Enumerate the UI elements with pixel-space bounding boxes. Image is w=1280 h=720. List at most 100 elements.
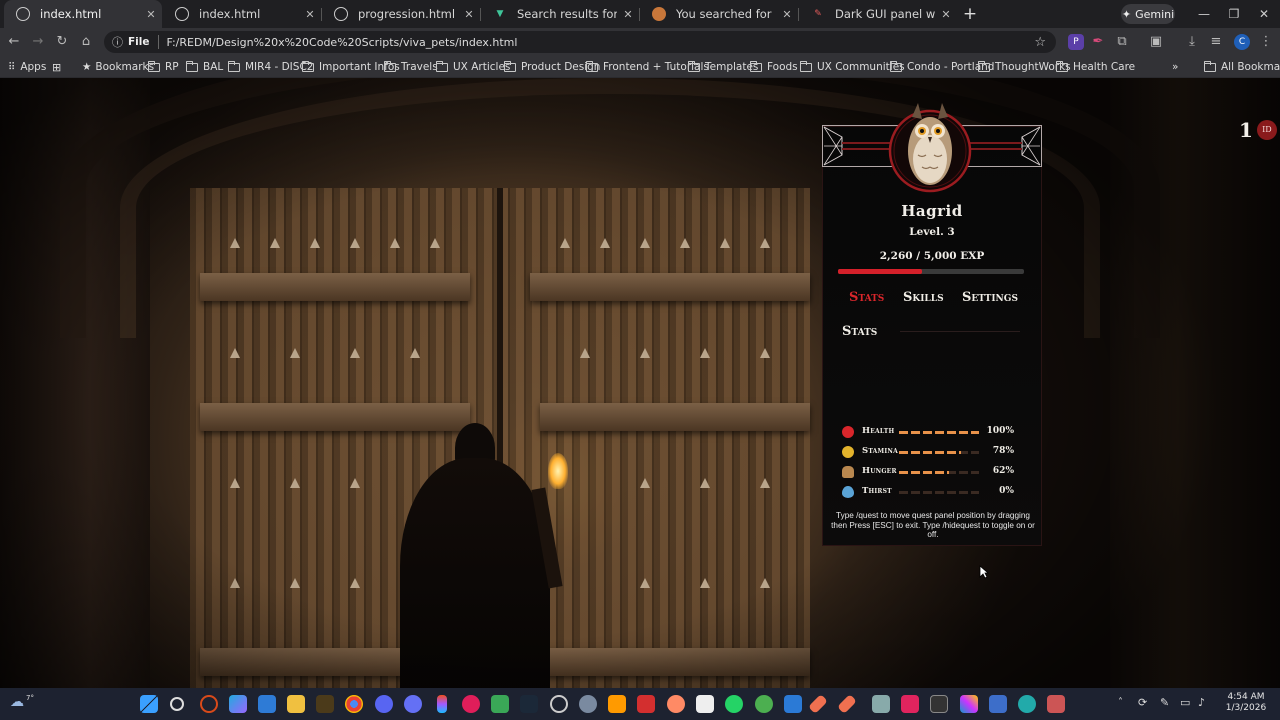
tab-skills[interactable]: Skills [903,290,944,305]
extension-icon[interactable]: P [1068,34,1084,50]
minimize-icon[interactable]: — [1194,4,1214,24]
photos-icon[interactable] [258,695,276,713]
profile-avatar[interactable]: C [1234,34,1250,50]
gemini-button[interactable]: ✦ Gemini [1121,4,1175,24]
bookmark-health-care[interactable]: Health Care [1056,59,1135,75]
figma-icon[interactable] [437,695,447,713]
close-icon[interactable]: ✕ [776,8,798,21]
calculator-icon[interactable] [872,695,890,713]
bookmark-ux-communities[interactable]: UX Communities [800,59,905,75]
bookmark-bal[interactable]: BAL [186,59,223,75]
sheets-icon[interactable] [491,695,509,713]
tray-chevron-icon[interactable]: ˄ [1118,697,1123,708]
bookmark-ux-articles[interactable]: UX Articles [436,59,510,75]
slack-icon[interactable] [462,695,480,713]
bookmark-rp[interactable]: RP [148,59,179,75]
bookmark-apps[interactable]: ⠿ Apps [8,59,46,75]
reload-icon[interactable]: ↻ [52,32,72,52]
steam-icon[interactable] [520,695,538,713]
weather-widget[interactable]: ☁ 7° [10,694,34,710]
tab-search-icon[interactable]: ▣ [1146,32,1166,52]
stat-row-hunger: Hunger 62% [842,465,1022,479]
bookmarks-overflow-icon[interactable]: » [1172,59,1178,75]
search-icon[interactable] [170,697,184,711]
menu-icon[interactable]: ⋮ [1256,32,1276,52]
monitor-icon[interactable]: ▭ [1180,696,1190,709]
whatsapp-icon[interactable] [725,695,743,713]
tab-title: Dark GUI panel with red HEALTH [835,7,935,21]
stylus-icon[interactable] [808,694,828,714]
sublime-icon[interactable] [316,695,334,713]
stat-row-thirst: Thirst 0% [842,485,1022,499]
close-icon[interactable]: ✕ [140,8,162,21]
system-clock[interactable]: 4:54 AM 1/3/2026 [1218,692,1274,714]
folder-icon [186,60,198,72]
tab-dark-gui[interactable]: ✎ Dark GUI panel with red HEALTH ✕ [799,0,957,28]
clock-date: 1/3/2026 [1225,703,1267,713]
reading-list-icon[interactable]: ≡ [1206,32,1226,52]
tab-progression[interactable]: progression.html ✕ [322,0,480,28]
red-app-icon[interactable] [637,695,655,713]
volume-icon[interactable]: ♪ [1198,696,1205,709]
tab-stats[interactable]: Stats [849,290,884,305]
address-url[interactable]: F:/REDM/Design%20x%20Code%20Scripts/viva… [167,36,518,49]
discord-alt-icon[interactable] [404,695,422,713]
green-app-icon[interactable] [755,695,773,713]
teal-app-icon[interactable] [1018,695,1036,713]
stylus-alt-icon[interactable] [837,694,857,714]
all-bookmarks[interactable]: All Bookmarks [1204,59,1280,75]
chrome-icon[interactable] [345,695,363,713]
tab-index-html-2[interactable]: index.html ✕ [163,0,321,28]
back-icon[interactable]: ← [4,32,24,52]
gallery-icon[interactable] [1047,695,1065,713]
bookmark-mir4[interactable]: MIR4 - DISC2 [228,59,313,75]
download-icon[interactable]: ⤓ [1182,32,1202,52]
address-bar[interactable]: ⓘ File F:/REDM/Design%20x%20Code%20Scrip… [104,31,1056,53]
adobe-icon[interactable] [901,695,919,713]
close-icon[interactable]: ✕ [617,8,639,21]
maximize-icon[interactable]: ❐ [1224,4,1244,24]
puzzle-icon[interactable]: ⧉ [1112,32,1132,52]
pen-tray-icon[interactable]: ✎ [1160,696,1169,709]
home-icon[interactable]: ⌂ [76,32,96,52]
discord-icon[interactable] [375,695,393,713]
owl-pet-portrait [888,103,972,193]
star-icon[interactable]: ☆ [1034,35,1046,50]
tab-craftpix[interactable]: You searched for health - Craftf ✕ [640,0,798,28]
tab-settings[interactable]: Settings [962,290,1018,305]
file-explorer-icon[interactable] [287,695,305,713]
bookmark-travels[interactable]: Travels [384,59,438,75]
shield-icon[interactable] [579,695,597,713]
folder-icon [302,60,314,72]
bookmark-grid[interactable]: ⊞ [52,59,61,75]
close-icon[interactable]: ✕ [299,8,321,21]
tab-index-html-1[interactable]: index.html ✕ [4,0,162,28]
device-icon[interactable] [989,695,1007,713]
terminal-icon[interactable] [930,695,948,713]
opera-icon[interactable] [200,695,218,713]
close-icon[interactable]: ✕ [935,8,957,21]
orange-app-icon[interactable] [667,695,685,713]
bookmark-templates[interactable]: Templates [688,59,758,75]
folder-icon [1204,60,1216,72]
pet-name: Hagrid [901,202,963,220]
notion-icon[interactable] [696,695,714,713]
bookmark-foods[interactable]: Foods [750,59,798,75]
eyedropper-icon[interactable]: ✒ [1088,32,1108,52]
app-icon[interactable] [550,695,568,713]
sync-icon[interactable]: ⟳ [1138,696,1147,709]
close-window-icon[interactable]: ✕ [1254,4,1274,24]
start-icon[interactable] [140,695,158,713]
colorful-app-icon[interactable] [960,695,978,713]
forward-icon[interactable]: → [28,32,48,52]
warning-app-icon[interactable] [608,695,626,713]
bookmark-bookmarks[interactable]: ★ Bookmarks [82,59,154,75]
folder-icon [228,60,240,72]
close-icon[interactable]: ✕ [458,8,480,21]
new-tab-button[interactable]: + [960,4,980,24]
copilot-icon[interactable] [229,695,247,713]
stat-percent: 0% [999,486,1014,496]
tab-flaticon[interactable]: ▼ Search results for Thirst - Flatic ✕ [481,0,639,28]
globe-icon [175,7,189,21]
vscode-icon[interactable] [784,695,802,713]
